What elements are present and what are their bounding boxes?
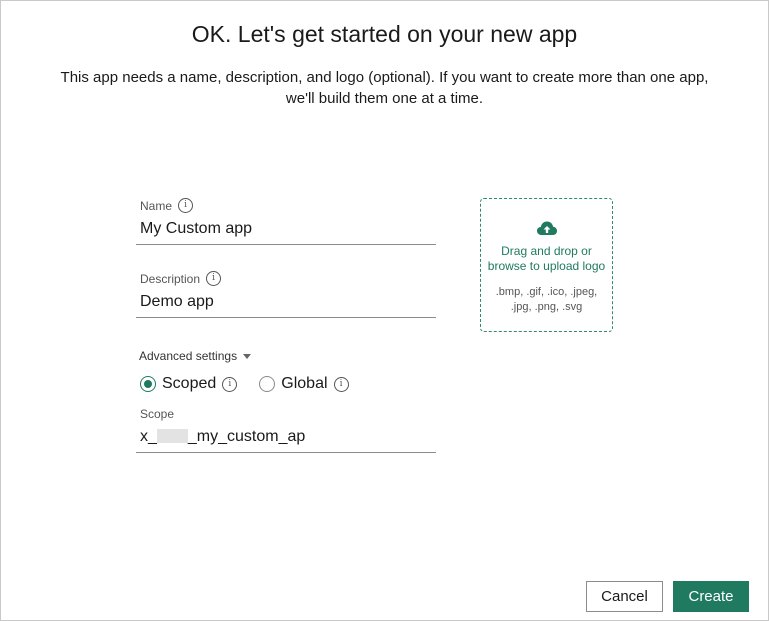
subtitle-line-1: This app needs a name, description, and … [60,69,709,86]
upload-line-1: Drag and drop or [501,244,592,258]
name-input[interactable]: My Custom app [136,220,436,245]
info-icon[interactable]: i [333,376,349,392]
logo-upload-dropzone[interactable]: Drag and drop or browse to upload logo .… [480,198,613,332]
global-label: Global [281,375,328,392]
global-radio-option[interactable]: Global i [259,375,349,393]
global-radio[interactable] [259,376,276,392]
redacted-block [156,429,188,443]
cloud-upload-icon [536,221,557,235]
description-label: Description [140,271,201,286]
info-icon[interactable]: i [206,271,222,286]
name-label: Name [140,198,173,213]
upload-formats-line-2: .jpg, .png, .svg [510,301,583,313]
caret-down-icon [243,353,252,359]
scoped-radio[interactable] [140,376,156,392]
scoped-label: Scoped [162,375,217,392]
subtitle-line-2: we'll build them one at a time. [285,90,484,107]
upload-formats-line-1: .bmp, .gif, .ico, .jpeg, [495,286,598,298]
cancel-button[interactable]: Cancel [586,581,663,612]
info-icon[interactable]: i [222,376,238,392]
description-input[interactable]: Demo app [136,293,436,318]
description-field: Description i Demo app [136,271,436,318]
advanced-settings-label: Advanced settings [139,349,238,363]
scope-radio-group: Scoped i Global i [140,375,371,393]
page-subtitle: This app needs a name, description, and … [41,67,728,109]
create-button[interactable]: Create [673,581,749,612]
scope-label: Scope [140,407,175,421]
scope-suffix: _my_custom_ap [187,428,306,445]
name-field: Name i My Custom app [136,198,436,245]
scope-prefix: x_ [140,428,157,445]
info-icon[interactable]: i [178,198,194,213]
page-title: OK. Let's get started on your new app [191,21,578,47]
upload-browse-link[interactable]: browse to upload logo [481,259,612,274]
scope-field: Scope x_ _my_custom_ap [136,407,436,453]
scoped-radio-option[interactable]: Scoped i [140,375,238,393]
advanced-settings-toggle[interactable]: Advanced settings [139,349,252,363]
new-app-dialog: OK. Let's get started on your new app Th… [0,0,769,621]
scope-input[interactable]: x_ _my_custom_ap [136,428,436,453]
